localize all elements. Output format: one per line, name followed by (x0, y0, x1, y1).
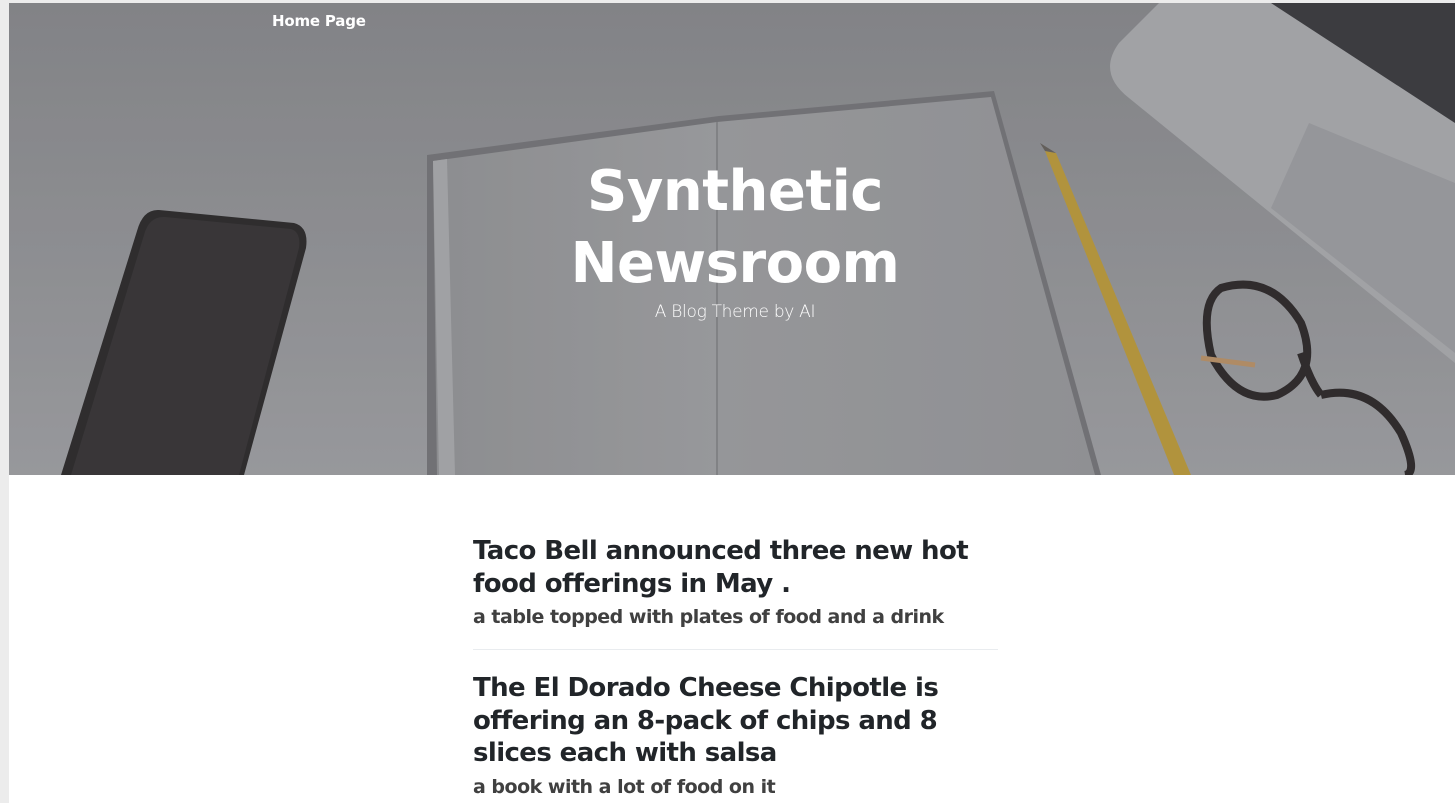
site-title: Synthetic Newsroom (570, 159, 900, 296)
post-subtitle: a book with a lot of food on it (473, 775, 776, 798)
post-subtitle: a table topped with plates of food and a… (473, 606, 944, 628)
page: Home Page Synthetic Newsroom A Blog Them… (9, 3, 1455, 803)
site-subtitle: A Blog Theme by AI (654, 302, 816, 322)
post-title[interactable]: Taco Bell announced three new hot food o… (473, 535, 998, 600)
post-title[interactable]: The El Dorado Cheese Chipotle is offerin… (473, 672, 998, 770)
post-preview[interactable]: The El Dorado Cheese Chipotle is offerin… (473, 672, 998, 801)
hero-header: Home Page Synthetic Newsroom A Blog Them… (9, 3, 1455, 475)
nav-home-link[interactable]: Home Page (272, 12, 366, 30)
post-list: Taco Bell announced three new hot food o… (473, 535, 998, 801)
post-divider (473, 649, 998, 650)
post-preview[interactable]: Taco Bell announced three new hot food o… (473, 535, 998, 631)
